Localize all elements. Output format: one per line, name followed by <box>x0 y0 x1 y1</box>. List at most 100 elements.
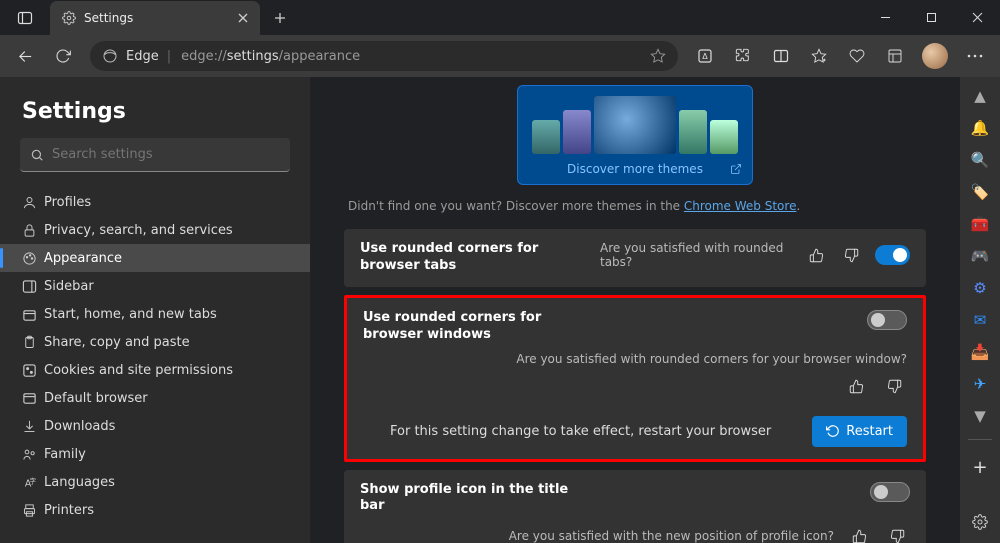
rail-drop-icon[interactable]: 📥 <box>969 341 991 363</box>
thumbs-down-button[interactable] <box>840 242 863 268</box>
window-controls <box>862 0 1000 35</box>
discover-link-label[interactable]: Discover more themes <box>567 162 703 176</box>
extensions-icon[interactable] <box>726 39 760 73</box>
restart-button[interactable]: Restart <box>812 416 907 447</box>
rounded-tabs-toggle[interactable] <box>875 245 910 265</box>
search-input[interactable] <box>52 147 280 162</box>
feedback-text: Are you satisfied with the new position … <box>509 529 834 543</box>
setting-rounded-tabs: Use rounded corners for browser tabs Are… <box>344 229 926 287</box>
toolbar-icon-5[interactable] <box>840 39 874 73</box>
nav-cookies[interactable]: Cookies and site permissions <box>0 356 310 384</box>
thumbs-up-button[interactable] <box>805 242 828 268</box>
address-bar[interactable]: Edge | edge://settings/appearance <box>90 41 678 71</box>
thumbs-down-button[interactable] <box>881 374 907 400</box>
lock-icon <box>22 223 44 238</box>
tabs-icon <box>22 307 44 322</box>
browser-tab[interactable]: Settings <box>50 1 260 35</box>
discover-themes-card[interactable]: Discover more themes <box>517 85 753 185</box>
close-window-button[interactable] <box>954 0 1000 35</box>
theme-thumb <box>710 120 738 154</box>
nav-default[interactable]: Default browser <box>0 384 310 412</box>
search-icon <box>30 148 44 162</box>
rail-settings-icon[interactable] <box>969 511 991 533</box>
nav-profiles[interactable]: Profiles <box>0 188 310 216</box>
nav-appearance[interactable]: Appearance <box>0 244 310 272</box>
new-tab-button[interactable] <box>268 6 292 30</box>
svg-text:ⵠ: ⵠ <box>702 52 708 61</box>
page-title: Settings <box>0 99 310 138</box>
language-icon: A字 <box>22 475 44 490</box>
refresh-icon <box>826 424 840 438</box>
rail-office-icon[interactable]: ⚙ <box>969 277 991 299</box>
feedback-text: Are you satisfied with rounded tabs? <box>600 241 793 269</box>
nav-privacy[interactable]: Privacy, search, and services <box>0 216 310 244</box>
thumbs-up-button[interactable] <box>843 374 869 400</box>
rail-chevron-down-icon[interactable]: ▼ <box>969 405 991 427</box>
search-input-wrap[interactable] <box>20 138 290 172</box>
close-tab-button[interactable] <box>234 9 252 27</box>
rounded-windows-toggle[interactable] <box>867 310 907 330</box>
nav-family[interactable]: Family <box>0 440 310 468</box>
svg-text:字: 字 <box>30 476 37 485</box>
refresh-button[interactable] <box>46 39 80 73</box>
setting-profile-icon: Show profile icon in the title bar Are y… <box>344 470 926 543</box>
sidebar-icon <box>22 279 44 294</box>
family-icon <box>22 447 44 462</box>
thumbs-down-button[interactable] <box>884 523 910 543</box>
setting-title: Use rounded corners for browser windows <box>363 310 593 344</box>
printer-icon <box>22 503 44 518</box>
download-icon <box>22 419 44 434</box>
settings-main: Discover more themes Didn't find one you… <box>310 77 960 543</box>
thumbs-up-button[interactable] <box>846 523 872 543</box>
profile-icon-toggle[interactable] <box>870 482 910 502</box>
theme-thumb <box>532 120 560 154</box>
profile-avatar[interactable] <box>922 43 948 69</box>
favorites-icon[interactable] <box>802 39 836 73</box>
restart-message: For this setting change to take effect, … <box>363 424 798 439</box>
profile-icon <box>22 195 44 210</box>
rail-search-icon[interactable]: 🔍 <box>969 149 991 171</box>
open-external-icon <box>730 163 742 175</box>
paint-icon <box>22 251 44 266</box>
settings-sidebar: Settings Profiles Privacy, search, and s… <box>0 77 310 543</box>
nav-start[interactable]: Start, home, and new tabs <box>0 300 310 328</box>
setting-title: Use rounded corners for browser tabs <box>360 241 590 275</box>
feedback-text: Are you satisfied with rounded corners f… <box>516 352 907 366</box>
nav-downloads[interactable]: Downloads <box>0 412 310 440</box>
nav-printers[interactable]: Printers <box>0 496 310 524</box>
toolbar-icon-1[interactable]: ⵠ <box>688 39 722 73</box>
rail-bell-icon[interactable]: 🔔 <box>969 117 991 139</box>
theme-thumb <box>679 110 707 154</box>
separator: | <box>167 49 171 64</box>
theme-thumb <box>594 96 676 154</box>
minimize-button[interactable] <box>862 0 908 35</box>
back-button[interactable] <box>8 39 42 73</box>
rail-tools-icon[interactable]: 🧰 <box>969 213 991 235</box>
helper-text: Didn't find one you want? Discover more … <box>348 199 926 213</box>
url-text: edge://settings/appearance <box>181 49 360 64</box>
maximize-button[interactable] <box>908 0 954 35</box>
setting-title: Show profile icon in the title bar <box>360 482 590 516</box>
rail-outlook-icon[interactable]: ✉ <box>969 309 991 331</box>
menu-button[interactable] <box>958 54 992 58</box>
gear-icon <box>62 11 76 25</box>
site-identifier: Edge <box>126 49 159 64</box>
browser-toolbar: Edge | edge://settings/appearance ⵠ <box>0 35 1000 77</box>
nav-sidebar[interactable]: Sidebar <box>0 272 310 300</box>
theme-thumb <box>563 110 591 154</box>
rail-shopping-icon[interactable]: 🏷️ <box>969 181 991 203</box>
tab-actions-icon[interactable] <box>0 10 50 26</box>
tab-title: Settings <box>84 11 133 25</box>
nav-share[interactable]: Share, copy and paste <box>0 328 310 356</box>
split-icon[interactable] <box>764 39 798 73</box>
rail-chevron-up-icon[interactable]: ▲ <box>969 85 991 107</box>
nav-languages[interactable]: A字Languages <box>0 468 310 496</box>
rail-add-button[interactable]: + <box>969 456 991 478</box>
toolbar-icon-6[interactable] <box>878 39 912 73</box>
browser-icon <box>22 391 44 406</box>
rail-send-icon[interactable]: ✈ <box>969 373 991 395</box>
rail-games-icon[interactable]: 🎮 <box>969 245 991 267</box>
chrome-web-store-link[interactable]: Chrome Web Store <box>684 199 797 213</box>
favorite-icon[interactable] <box>650 48 666 64</box>
theme-thumbnails <box>526 94 744 154</box>
